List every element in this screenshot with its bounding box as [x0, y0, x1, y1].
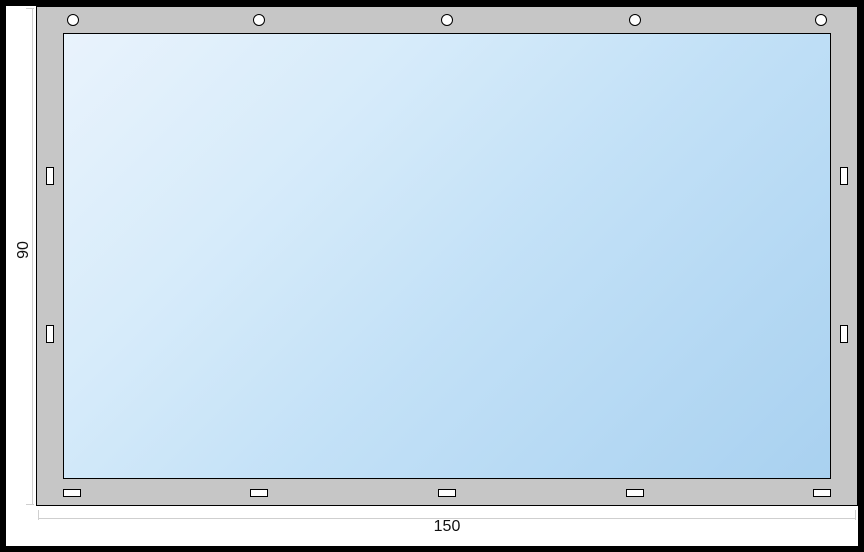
lug-icon [840, 325, 848, 343]
panel-frame [36, 6, 858, 506]
grommet-icon [67, 14, 79, 26]
lug-icon [250, 489, 268, 497]
grommet-icon [629, 14, 641, 26]
lug-icon [46, 167, 54, 185]
stage: 90 150 [0, 0, 864, 552]
lug-icon [840, 167, 848, 185]
dim-tick [32, 8, 33, 504]
paper: 90 150 [6, 6, 858, 546]
lug-icon [438, 489, 456, 497]
glass-pane [63, 33, 831, 479]
dim-tick [38, 518, 856, 519]
dimension-height-label: 90 [15, 241, 33, 259]
dimension-width: 150 [36, 516, 858, 546]
grommet-icon [815, 14, 827, 26]
lug-icon [46, 325, 54, 343]
dim-tick [26, 504, 34, 505]
grommet-icon [253, 14, 265, 26]
lug-icon [63, 489, 81, 497]
grommet-icon [441, 14, 453, 26]
lug-icon [626, 489, 644, 497]
dim-tick [855, 510, 856, 520]
lug-icon [813, 489, 831, 497]
dimension-width-label: 150 [434, 518, 461, 536]
